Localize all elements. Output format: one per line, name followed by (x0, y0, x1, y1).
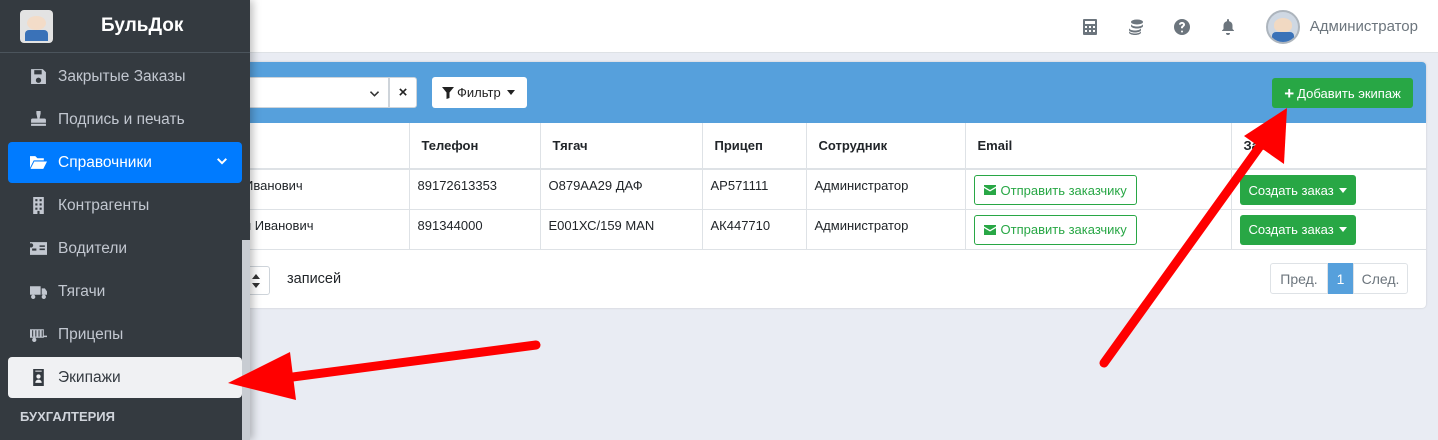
chevron-down-icon (369, 87, 380, 98)
caret-down-icon (1338, 187, 1347, 193)
question-circle-icon[interactable] (1173, 18, 1190, 35)
cell-email: Отправить заказчику (965, 209, 1232, 250)
cell-order: Создать заказ (1231, 209, 1426, 250)
column-header-name[interactable] (236, 123, 410, 170)
cell-name: Иванович (236, 169, 410, 210)
crews-card: × Фильтр + Добавить экипаж Телефон Тягач… (236, 62, 1426, 308)
brand[interactable]: БульДок (0, 0, 250, 53)
sidebar-item-crews[interactable]: Экипажи (8, 357, 242, 398)
column-header-trailer[interactable]: Прицеп (702, 123, 807, 170)
folder-open-icon (28, 154, 48, 172)
trailer-icon (28, 326, 48, 344)
cell-email: Отправить заказчику (965, 169, 1232, 210)
add-crew-button[interactable]: + Добавить экипаж (1272, 78, 1413, 108)
sidebar-menu: Закрытые Заказы Подпись и печать Справоч… (8, 56, 242, 424)
sidebar-item-signature-stamp[interactable]: Подпись и печать (8, 99, 242, 140)
sidebar-section-accounting: БУХГАЛТЕРИЯ (20, 409, 115, 424)
avatar (1265, 9, 1300, 44)
sidebar-item-label: Тягачи (58, 282, 106, 300)
column-header-order[interactable]: Заказ (1231, 123, 1426, 170)
sidebar-item-counterparties[interactable]: Контрагенты (8, 185, 242, 226)
sidebar-item-label: Экипажи (58, 368, 121, 386)
card-toolbar: × Фильтр + Добавить экипаж (236, 62, 1426, 123)
pagination: Пред. 1 След. (1270, 263, 1408, 294)
clear-select-button[interactable]: × (389, 77, 417, 108)
user-menu[interactable]: Администратор (1265, 9, 1418, 44)
create-order-label: Создать заказ (1248, 182, 1334, 198)
sidebar-item-label: Водители (58, 239, 128, 257)
sidebar-item-label: Прицепы (58, 325, 124, 343)
brand-name: БульДок (101, 15, 184, 36)
column-header-employee[interactable]: Сотрудник (806, 123, 966, 170)
caret-down-icon (506, 90, 515, 95)
cell-order: Создать заказ (1231, 169, 1426, 210)
sidebar-scrollbar[interactable] (242, 240, 250, 440)
id-card-icon (28, 240, 48, 258)
plus-icon: + (1284, 83, 1295, 103)
pagination-next[interactable]: След. (1353, 263, 1408, 294)
calculator-icon[interactable] (1082, 18, 1098, 35)
add-crew-label: Добавить экипаж (1297, 85, 1401, 101)
navbar-actions: Администратор (1082, 0, 1418, 53)
filter-button[interactable]: Фильтр (432, 77, 527, 108)
caret-down-icon (1338, 227, 1347, 232)
sidebar: БульДок Закрытые Заказы Подпись и печать… (0, 0, 250, 440)
cell-employee: Администратор (806, 209, 966, 250)
sidebar-item-label: Закрытые Заказы (58, 67, 186, 85)
table-row: н Иванович 891344000 Е001ХС/159 MAN АК44… (236, 209, 1426, 250)
create-order-label: Создать заказ (1248, 222, 1334, 237)
crews-table: Телефон Тягач Прицеп Сотрудник Email Зак… (236, 123, 1426, 250)
table-header-row: Телефон Тягач Прицеп Сотрудник Email Зак… (236, 123, 1426, 170)
coins-icon[interactable] (1128, 19, 1144, 35)
id-badge-icon (28, 369, 48, 387)
send-to-customer-label: Отправить заказчику (1000, 222, 1127, 237)
user-name: Администратор (1309, 18, 1418, 35)
cell-trailer: АР571111 (702, 169, 807, 210)
create-order-button[interactable]: Создать заказ (1239, 214, 1356, 245)
cell-employee: Администратор (806, 169, 966, 210)
cell-tractor: Е001ХС/159 MAN (540, 209, 703, 250)
arrow-to-crews-item (228, 340, 541, 400)
cell-tractor: О879АА29 ДАФ (540, 169, 703, 210)
stamp-icon (28, 111, 48, 129)
sidebar-item-drivers[interactable]: Водители (8, 228, 242, 269)
create-order-button[interactable]: Создать заказ (1239, 175, 1356, 205)
sidebar-item-references[interactable]: Справочники (8, 142, 242, 183)
envelope-icon (983, 185, 996, 195)
bulldog-logo-icon (20, 9, 53, 43)
page-length-label: записей (287, 271, 342, 287)
sidebar-item-label: Подпись и печать (58, 110, 185, 128)
column-header-tractor[interactable]: Тягач (540, 123, 703, 170)
sort-arrows-icon (252, 274, 260, 288)
cell-trailer: АК447710 (702, 209, 807, 250)
pagination-page-1[interactable]: 1 (1328, 263, 1353, 294)
column-header-phone[interactable]: Телефон (409, 123, 541, 170)
cell-name: н Иванович (236, 209, 410, 250)
crew-select[interactable] (236, 77, 389, 108)
chevron-down-icon (216, 155, 228, 167)
sidebar-item-label: Контрагенты (58, 196, 150, 214)
save-icon (28, 68, 48, 86)
cell-phone: 891344000 (409, 209, 541, 250)
sidebar-item-tractors[interactable]: Тягачи (8, 271, 242, 312)
sidebar-item-closed-orders[interactable]: Закрытые Заказы (8, 56, 242, 97)
envelope-icon (983, 224, 996, 235)
sidebar-item-label: Справочники (58, 153, 152, 171)
cell-phone: 89172613353 (409, 169, 541, 210)
column-header-email[interactable]: Email (965, 123, 1232, 170)
filter-label: Фильтр (457, 85, 501, 100)
building-icon (28, 197, 48, 215)
table-row: Иванович 89172613353 О879АА29 ДАФ АР5711… (236, 169, 1426, 210)
pagination-prev[interactable]: Пред. (1270, 263, 1328, 294)
send-to-customer-label: Отправить заказчику (1000, 182, 1127, 198)
truck-icon (28, 283, 48, 301)
filter-icon (442, 86, 454, 99)
send-to-customer-button[interactable]: Отправить заказчику (973, 214, 1137, 245)
send-to-customer-button[interactable]: Отправить заказчику (973, 175, 1137, 205)
sidebar-item-trailers[interactable]: Прицепы (8, 314, 242, 355)
bell-icon[interactable] (1220, 18, 1236, 35)
